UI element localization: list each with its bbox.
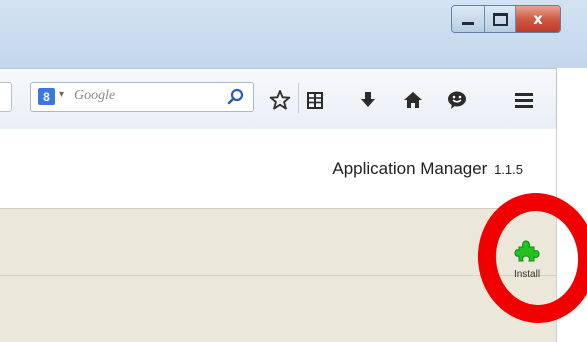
home-icon[interactable]: [401, 88, 425, 112]
minimize-button[interactable]: [452, 6, 485, 32]
close-button[interactable]: x: [516, 6, 560, 32]
chevron-down-icon[interactable]: ▾: [59, 89, 64, 100]
window-title-bar: x: [0, 0, 587, 68]
chat-icon[interactable]: [445, 88, 469, 112]
search-magnifier-icon[interactable]: [227, 88, 245, 106]
application-row: [0, 208, 556, 276]
page-content: Application Manager 1.1.5: [0, 129, 557, 342]
maximize-button[interactable]: [485, 6, 516, 32]
application-row: [0, 276, 556, 342]
search-box[interactable]: 8 ▾ Google: [30, 82, 254, 112]
download-arrow-icon[interactable]: [356, 88, 380, 112]
search-input[interactable]: Google: [74, 88, 115, 104]
window-controls: x: [451, 5, 561, 33]
toolbar-separator: [298, 83, 299, 113]
page-title: Application Manager 1.1.5: [332, 159, 523, 179]
maximize-icon: [492, 12, 508, 26]
hamburger-menu-icon[interactable]: [512, 88, 536, 112]
close-icon: x: [533, 9, 543, 28]
app-version: 1.1.5: [494, 162, 523, 177]
reading-list-icon[interactable]: [303, 88, 327, 112]
search-engine-icon[interactable]: 8: [38, 88, 55, 105]
app-name: Application Manager: [332, 159, 488, 178]
url-bar[interactable]: [0, 82, 12, 112]
bookmark-star-icon[interactable]: [268, 88, 292, 112]
navigation-toolbar: 8 ▾ Google: [0, 68, 557, 130]
minimize-icon: [462, 21, 474, 25]
